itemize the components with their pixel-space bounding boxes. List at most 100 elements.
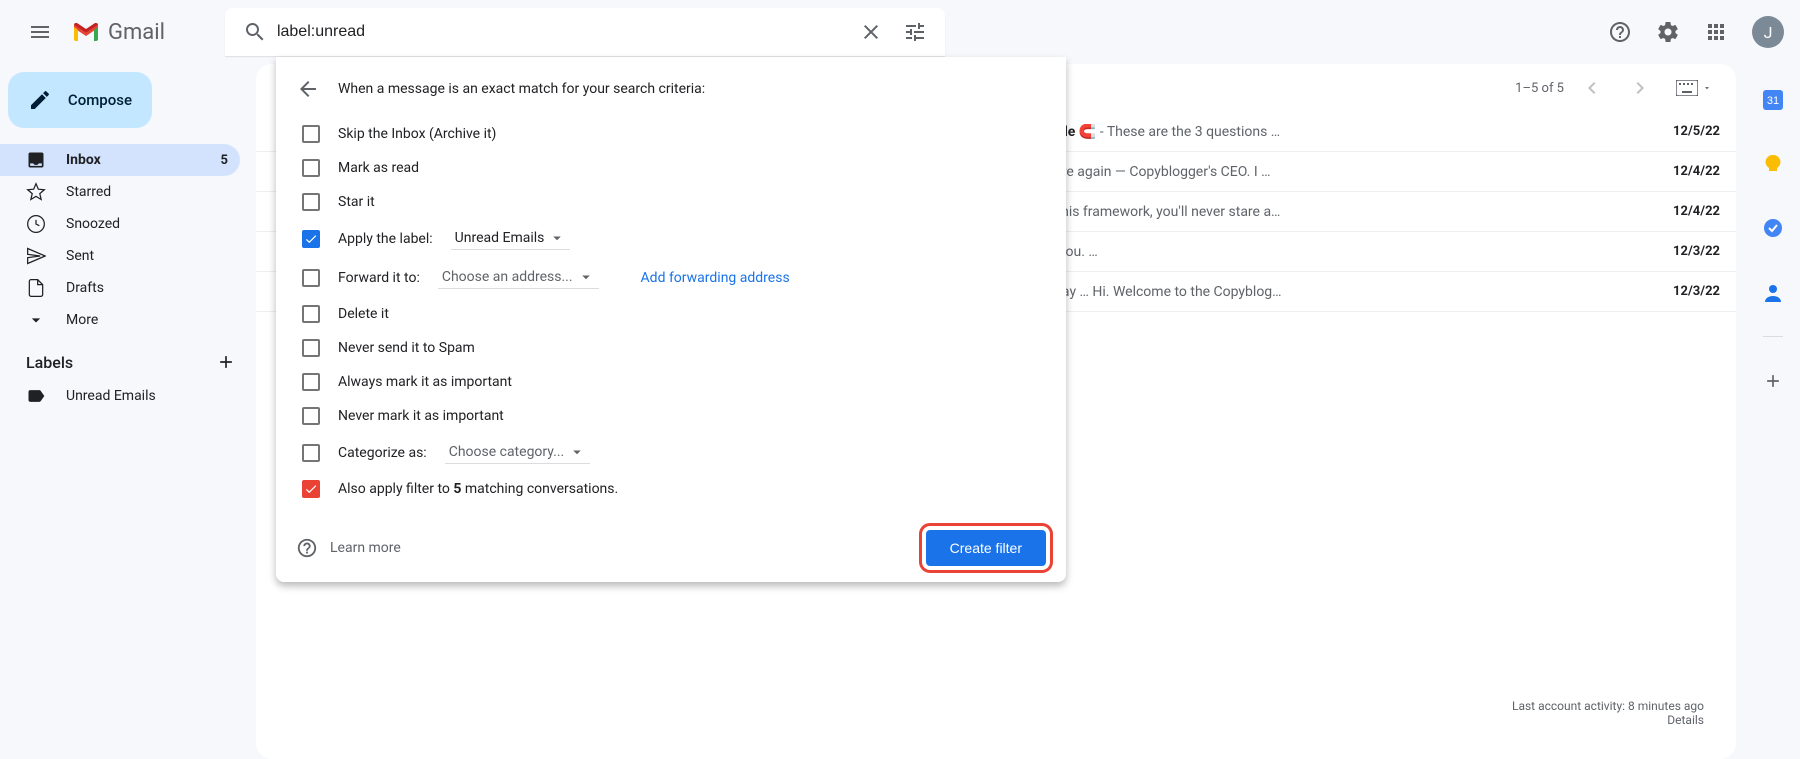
sidebar-item-drafts[interactable]: Drafts (0, 272, 240, 304)
dropdown-icon (548, 229, 566, 247)
message-date: 12/3/22 (1673, 244, 1720, 259)
sidebar-label-unread-emails[interactable]: Unread Emails (0, 380, 240, 412)
add-label-button[interactable] (216, 352, 236, 372)
next-page-button[interactable] (1620, 68, 1660, 108)
opt-also-apply[interactable]: Also apply filter to 5 matching conversa… (296, 472, 1046, 506)
checkbox[interactable] (302, 159, 320, 177)
search-button[interactable] (233, 10, 277, 54)
tasks-icon (1763, 218, 1783, 238)
settings-button[interactable] (1648, 12, 1688, 52)
sidebar-item-inbox[interactable]: Inbox 5 (0, 144, 240, 176)
gear-icon (1656, 20, 1680, 44)
opt-never-spam[interactable]: Never send it to Spam (296, 331, 1046, 365)
back-button[interactable] (296, 77, 320, 101)
star-icon (26, 182, 46, 202)
nav-label: More (66, 312, 98, 328)
keep-icon (1763, 154, 1783, 174)
sidebar-item-starred[interactable]: Starred (0, 176, 240, 208)
label-dropdown[interactable]: Unread Emails (451, 227, 571, 250)
checkbox[interactable] (302, 339, 320, 357)
add-forwarding-link[interactable]: Add forwarding address (641, 270, 790, 286)
account-avatar[interactable]: J (1752, 16, 1784, 48)
chevron-down-icon (26, 310, 46, 330)
side-panel: 31 (1744, 64, 1800, 759)
search-options-button[interactable] (893, 10, 937, 54)
inbox-count: 5 (221, 153, 228, 168)
checkbox[interactable] (302, 230, 320, 248)
opt-label: Categorize as: (338, 445, 427, 461)
calendar-icon: 31 (1763, 90, 1783, 110)
dropdown-placeholder: Choose an address... (442, 269, 573, 285)
checkbox[interactable] (302, 373, 320, 391)
popup-footer: Learn more Create filter (296, 530, 1046, 566)
nav-label: Snoozed (66, 216, 120, 232)
toolbar-right: 1–5 of 5 (1515, 68, 1720, 108)
checkbox[interactable] (302, 125, 320, 143)
labels-header: Labels (0, 336, 256, 380)
category-dropdown[interactable]: Choose category... (445, 441, 591, 464)
sidebar-item-sent[interactable]: Sent (0, 240, 240, 272)
pagination-range: 1–5 of 5 (1515, 81, 1564, 96)
opt-categorize-as[interactable]: Categorize as: Choose category... (296, 433, 1046, 472)
calendar-addon[interactable]: 31 (1753, 80, 1793, 120)
popup-title: When a message is an exact match for you… (338, 81, 705, 97)
gmail-logo[interactable]: Gmail (72, 20, 197, 45)
prev-page-button[interactable] (1572, 68, 1612, 108)
message-date: 12/4/22 (1673, 204, 1720, 219)
support-button[interactable] (1600, 12, 1640, 52)
arrow-back-icon (296, 77, 320, 101)
opt-never-important[interactable]: Never mark it as important (296, 399, 1046, 433)
activity-text: Last account activity: 8 minutes ago (1512, 699, 1704, 713)
opt-mark-read[interactable]: Mark as read (296, 151, 1046, 185)
contacts-icon (1763, 282, 1783, 302)
opt-always-important[interactable]: Always mark it as important (296, 365, 1046, 399)
search-input[interactable] (277, 23, 849, 41)
dropdown-icon (568, 443, 586, 461)
keep-addon[interactable] (1753, 144, 1793, 184)
learn-more-text: Learn more (330, 540, 401, 556)
opt-apply-label[interactable]: Apply the label: Unread Emails (296, 219, 1046, 258)
checkbox[interactable] (302, 480, 320, 498)
opt-delete-it[interactable]: Delete it (296, 297, 1046, 331)
svg-text:31: 31 (1766, 95, 1778, 107)
label-icon (26, 386, 46, 406)
clear-search-button[interactable] (849, 10, 893, 54)
help-icon (1608, 20, 1632, 44)
checkbox[interactable] (302, 193, 320, 211)
address-dropdown[interactable]: Choose an address... (438, 266, 599, 289)
checkbox[interactable] (302, 269, 320, 287)
opt-label: Forward it to: (338, 270, 420, 286)
contacts-addon[interactable] (1753, 272, 1793, 312)
dropdown-value: Unread Emails (455, 230, 545, 246)
labels-title: Labels (26, 353, 73, 372)
opt-forward-to[interactable]: Forward it to: Choose an address... Add … (296, 258, 1046, 297)
opt-star-it[interactable]: Star it (296, 185, 1046, 219)
header-actions: J (1600, 12, 1784, 52)
compose-button[interactable]: Compose (8, 72, 152, 128)
learn-more-link[interactable]: Learn more (296, 537, 401, 559)
logo-text: Gmail (108, 20, 165, 45)
tune-icon (903, 20, 927, 44)
inbox-icon (26, 150, 46, 170)
input-tool-button[interactable] (1668, 76, 1720, 100)
checkbox[interactable] (302, 305, 320, 323)
checkbox[interactable] (302, 444, 320, 462)
details-link[interactable]: Details (1667, 713, 1704, 727)
help-icon (296, 537, 318, 559)
sidebar-item-snoozed[interactable]: Snoozed (0, 208, 240, 240)
tasks-addon[interactable] (1753, 208, 1793, 248)
popup-header: When a message is an exact match for you… (296, 77, 1046, 101)
clock-icon (26, 214, 46, 234)
main-menu-button[interactable] (16, 8, 64, 56)
file-icon (26, 278, 46, 298)
checkbox[interactable] (302, 407, 320, 425)
create-filter-button[interactable]: Create filter (926, 530, 1046, 566)
apps-button[interactable] (1696, 12, 1736, 52)
get-addons[interactable] (1753, 361, 1793, 401)
nav-label: Starred (66, 184, 111, 200)
message-date: 12/3/22 (1673, 284, 1720, 299)
opt-skip-inbox[interactable]: Skip the Inbox (Archive it) (296, 117, 1046, 151)
opt-label: Star it (338, 194, 375, 210)
sidebar-item-more[interactable]: More (0, 304, 240, 336)
search-icon (243, 20, 267, 44)
